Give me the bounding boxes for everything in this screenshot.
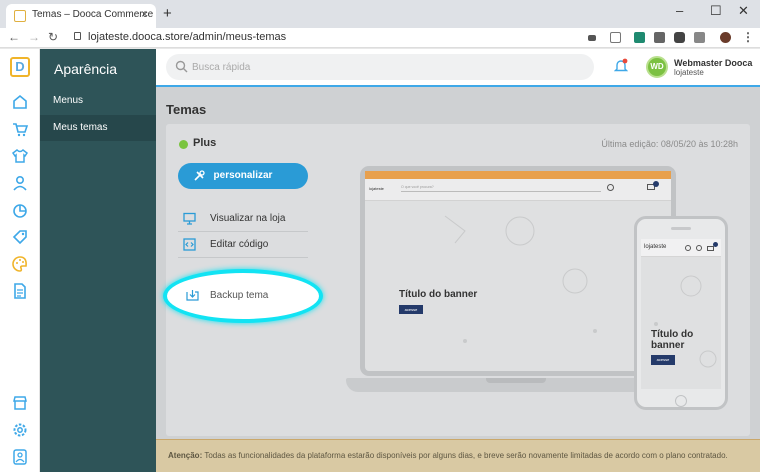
gear-icon[interactable] [11, 421, 29, 439]
laptop-search: O que você procura? [401, 185, 601, 192]
last-edit-text: Última edição: 08/05/20 às 10:28h [601, 139, 738, 149]
avatar[interactable]: WD [646, 56, 668, 78]
browser-toolbar: ← → ↻ lojateste.dooca.store/admin/meus-t… [0, 28, 760, 48]
lock-icon [74, 32, 81, 40]
address-bar[interactable]: lojateste.dooca.store/admin/meus-temas [66, 30, 586, 46]
laptop-user-icon [607, 184, 614, 191]
alert-text: Atenção: Todas as funcionalidades da pla… [168, 451, 728, 460]
laptop-store-name: lojateste [369, 186, 384, 191]
cart-icon[interactable] [11, 120, 29, 138]
plan-alert-banner: Atenção: Todas as funcionalidades da pla… [156, 439, 760, 472]
star-icon[interactable] [610, 32, 621, 43]
theme-name: Plus [193, 137, 217, 149]
minimize-button[interactable]: – [676, 3, 683, 18]
main-content: WD Webmaster Dooca lojateste Temas Plus … [156, 49, 760, 472]
backup-theme-label: Backup tema [210, 290, 269, 301]
browser-tabbar: Temas – Dooca Commerce × + – ☐ ✕ [0, 0, 760, 28]
user-store: lojateste [674, 68, 704, 77]
store-icon[interactable] [11, 394, 29, 412]
close-window-button[interactable]: ✕ [738, 3, 749, 19]
back-button[interactable]: ← [8, 30, 20, 44]
view-store-label: Visualizar na loja [210, 213, 286, 224]
phone-speaker [671, 227, 691, 230]
reload-button[interactable]: ↻ [48, 30, 58, 44]
extension-icon[interactable] [634, 32, 645, 43]
user-name[interactable]: Webmaster Dooca [674, 58, 752, 68]
customize-button[interactable]: personalizar [178, 163, 308, 189]
key-icon[interactable] [588, 35, 596, 41]
forward-button[interactable]: → [28, 30, 40, 44]
phone-cart-icon [707, 246, 714, 251]
section-sidebar: Aparência Menus Meus temas [40, 49, 156, 472]
tools-icon [194, 170, 205, 181]
customize-label: personalizar [213, 170, 273, 181]
laptop-store-header: lojateste O que você procura? [365, 179, 671, 201]
sidebar-item-meus-temas[interactable]: Meus temas [40, 115, 156, 141]
url-text: lojateste.dooca.store/admin/meus-temas [88, 31, 287, 43]
phone-store-name: lojateste [644, 244, 667, 250]
monitor-icon [183, 212, 196, 225]
sidebar-item-menus[interactable]: Menus [40, 88, 156, 114]
tab-close-icon[interactable]: × [141, 7, 148, 21]
phone-preview: lojateste Título do banner acesse [634, 216, 728, 410]
notification-bell-icon[interactable] [614, 58, 628, 74]
tag-icon[interactable] [11, 228, 29, 246]
favicon-icon [14, 10, 26, 22]
download-icon [186, 290, 199, 301]
edit-code-label: Editar código [210, 239, 269, 250]
extension-icon[interactable] [654, 32, 665, 43]
phone-cart-badge [713, 242, 718, 247]
home-icon[interactable] [11, 93, 29, 111]
maximize-button[interactable]: ☐ [710, 3, 722, 19]
icon-sidebar: D [0, 49, 40, 472]
phone-banner-button: acesse [651, 355, 675, 365]
view-store-item[interactable]: Visualizar na loja [178, 206, 308, 232]
laptop-screen: lojateste O que você procura? Título do … [360, 166, 676, 376]
profile-icon[interactable] [720, 32, 731, 43]
laptop-banner-title: Título do banner [399, 289, 478, 300]
camera-icon[interactable] [674, 32, 685, 43]
dooca-logo[interactable]: D [10, 57, 30, 77]
laptop-cart-badge [653, 181, 659, 187]
laptop-banner-decoration [444, 215, 597, 343]
browser-tab[interactable]: Temas – Dooca Commerce × [6, 4, 156, 28]
laptop-banner-button: acesse [399, 305, 423, 314]
alert-message: Todas as funcionalidades da plataforma e… [202, 451, 728, 460]
topbar: WD Webmaster Dooca lojateste [156, 49, 760, 87]
phone-banner-title: Título do banner [651, 329, 694, 351]
backup-theme-item[interactable]: Backup tema [178, 283, 308, 309]
shirt-icon[interactable] [11, 147, 29, 165]
laptop-notch [486, 378, 546, 383]
search-icon [175, 60, 188, 73]
chart-icon[interactable] [11, 201, 29, 219]
phone-user-icon [696, 245, 702, 251]
edit-code-item[interactable]: Editar código [178, 232, 308, 258]
document-icon[interactable] [11, 282, 29, 300]
alert-label: Atenção: [168, 451, 203, 460]
search-input[interactable] [192, 59, 572, 75]
extension-icon[interactable] [694, 32, 705, 43]
account-icon[interactable] [11, 448, 29, 466]
new-tab-button[interactable]: + [163, 5, 172, 22]
code-icon [183, 238, 196, 251]
phone-home-button [675, 395, 687, 407]
tab-title: Temas – Dooca Commerce [32, 9, 154, 20]
laptop-announcement-bar [365, 171, 671, 179]
phone-store-header: lojateste [641, 239, 721, 257]
phone-search-icon [685, 245, 691, 251]
section-title: Aparência [54, 61, 118, 77]
browser-menu-icon[interactable]: ⋮ [742, 30, 754, 44]
phone-screen: lojateste Título do banner acesse [641, 239, 721, 389]
theme-status-dot [179, 140, 188, 149]
admin-app: D Aparência Menus Meus temas WD Webmaste… [0, 49, 760, 472]
user-icon[interactable] [11, 174, 29, 192]
theme-card: Plus Última edição: 08/05/20 às 10:28h p… [163, 124, 750, 436]
quick-search[interactable] [166, 54, 594, 80]
page-title: Temas [166, 102, 207, 117]
palette-icon[interactable] [11, 255, 29, 273]
